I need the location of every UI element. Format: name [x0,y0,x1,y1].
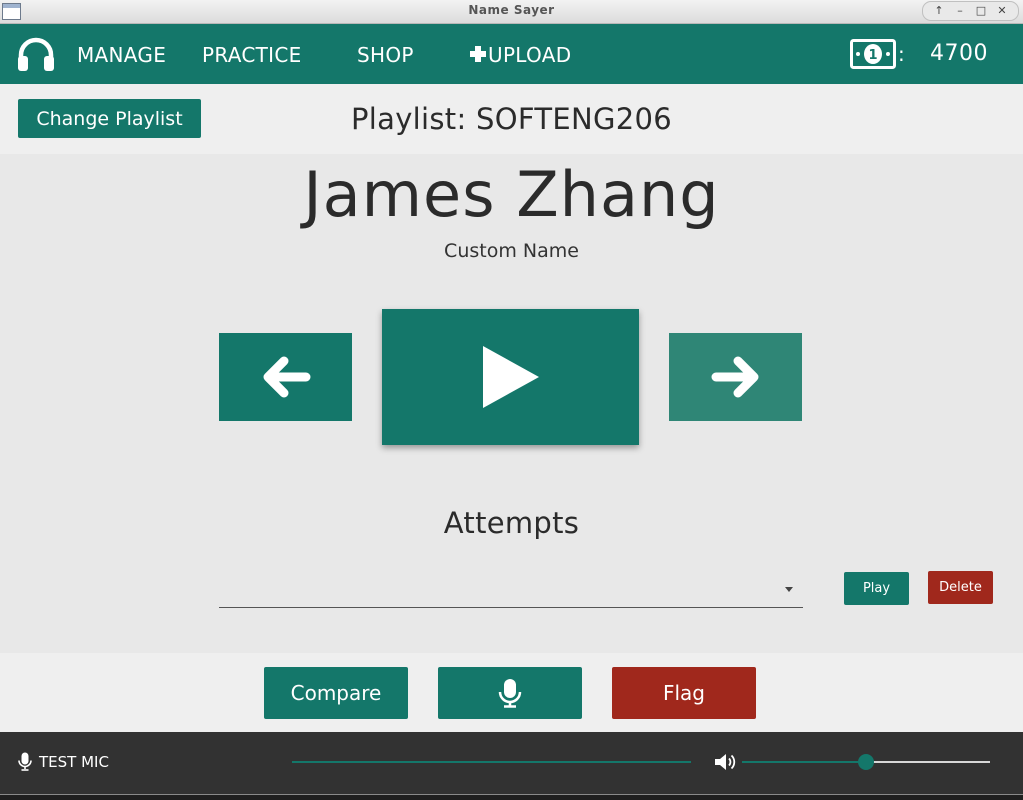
window-minimize-icon[interactable]: – [950,2,970,20]
action-bar: Compare Flag [0,653,1023,732]
current-name: James Zhang [303,158,720,231]
flag-button[interactable]: Flag [612,667,756,719]
plus-icon [470,46,486,62]
arrow-right-icon [711,356,758,398]
window-shade-icon[interactable]: ↑ [929,2,949,20]
next-name-button[interactable] [669,333,802,421]
test-mic-button[interactable]: TEST MIC [18,752,109,771]
footer-bar: TEST MIC [0,732,1023,800]
money-separator: : [898,42,905,66]
window-titlebar: Name Sayer ↑ – □ ✕ [0,0,1023,24]
nav-upload[interactable]: UPLOAD [470,43,571,67]
volume-slider-fill [742,761,866,763]
window-close-icon[interactable]: ✕ [992,2,1012,20]
money-balance: 4700 [930,41,988,66]
playlist-title: Playlist: SOFTENG206 [350,102,673,136]
attempts-dropdown[interactable] [219,573,803,608]
volume-slider-thumb[interactable] [858,754,874,770]
playlist-header: Change Playlist Playlist: SOFTENG206 [0,84,1023,154]
window-title: Name Sayer [468,3,555,17]
nav-manage[interactable]: MANAGE [77,43,166,67]
nav-upload-label: UPLOAD [488,43,572,67]
play-name-button[interactable] [382,309,639,445]
test-mic-label: TEST MIC [39,752,109,771]
speaker-icon[interactable] [714,752,736,772]
caret-down-icon [785,587,793,592]
banknote-icon: 1 [850,39,896,69]
previous-name-button[interactable] [219,333,352,421]
window-maximize-icon[interactable]: □ [971,2,991,20]
svg-text:1: 1 [868,48,877,63]
delete-attempt-button[interactable]: Delete [928,571,993,604]
record-button[interactable] [438,667,582,719]
compare-button[interactable]: Compare [264,667,408,719]
nav-practice[interactable]: PRACTICE [202,43,302,67]
play-icon [482,346,539,408]
arrow-left-icon [263,356,310,398]
nav-shop[interactable]: SHOP [357,43,414,67]
mic-level-meter [292,761,691,763]
microphone-icon [18,752,32,771]
play-attempt-button[interactable]: Play [844,572,909,605]
volume-slider[interactable] [742,754,990,770]
top-navbar: MANAGE PRACTICE SHOP UPLOAD 1 : 4700 [0,24,1023,84]
window-controls: ↑ – □ ✕ [922,1,1019,21]
name-subtitle: Custom Name [444,240,579,262]
footer-edge [0,794,1023,800]
microphone-icon [498,679,522,708]
attempts-heading: Attempts [443,506,580,540]
headphones-icon[interactable] [16,36,56,72]
